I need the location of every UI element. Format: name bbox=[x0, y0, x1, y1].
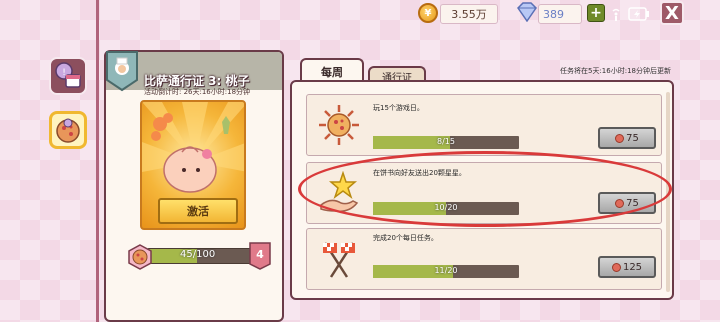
svg-text:!: ! bbox=[62, 68, 66, 78]
task-list-scrollbar[interactable] bbox=[666, 92, 670, 292]
task-description: 玩15个游戏日。 bbox=[373, 104, 424, 112]
sidebar-divider bbox=[96, 0, 99, 322]
crossed-flags-icon bbox=[314, 234, 364, 284]
pizza-token-icon bbox=[127, 244, 153, 270]
task-reward-button[interactable]: 125 bbox=[598, 256, 656, 278]
pass-level: 4 bbox=[256, 248, 264, 261]
star-hand-icon bbox=[314, 168, 364, 218]
xp-total: /100 bbox=[192, 249, 216, 260]
pizza-token-icon bbox=[615, 198, 625, 208]
gem-balance: 389 bbox=[538, 4, 582, 24]
close-button[interactable]: X bbox=[660, 1, 684, 25]
xp-current: 45 bbox=[180, 249, 193, 260]
coin-icon: ¥ bbox=[418, 3, 438, 23]
task-reward-button[interactable]: 75 bbox=[598, 192, 656, 214]
pizza-token-icon bbox=[611, 262, 621, 272]
task-description: 完成20个每日任务。 bbox=[373, 234, 438, 242]
task-reward-button[interactable]: 75 bbox=[598, 127, 656, 149]
xp-progress-text: 45/100 bbox=[180, 249, 215, 260]
task-progress-text: 8/15 bbox=[437, 137, 455, 146]
task-description: 在饼书向好友送出20颗星星。 bbox=[373, 169, 466, 177]
task-progress-text: 11/20 bbox=[434, 266, 458, 275]
pass-countdown: 活动倒计时: 26天:16小时:18分钟 bbox=[144, 88, 251, 96]
gem-icon bbox=[514, 2, 540, 23]
chef-badge-icon bbox=[105, 50, 139, 92]
calendar-icon: ! bbox=[55, 62, 81, 88]
add-gems-button[interactable]: + bbox=[587, 4, 605, 22]
sidebar-pass-button[interactable] bbox=[49, 111, 87, 149]
pizza-token-icon bbox=[615, 133, 625, 143]
sun-pizza-icon bbox=[314, 100, 364, 150]
pizza-badge-icon bbox=[56, 118, 80, 143]
refresh-notice: 任务将在5天:16小时:18分钟后更新 bbox=[560, 67, 671, 75]
activate-button[interactable]: 激活 bbox=[158, 198, 238, 224]
battery-icon bbox=[628, 6, 650, 21]
coin-balance: 3.55万 bbox=[440, 4, 498, 24]
sidebar-calendar-button[interactable]: ! bbox=[49, 57, 87, 95]
task-progress-text: 10/20 bbox=[434, 203, 458, 212]
signal-icon bbox=[612, 6, 620, 21]
